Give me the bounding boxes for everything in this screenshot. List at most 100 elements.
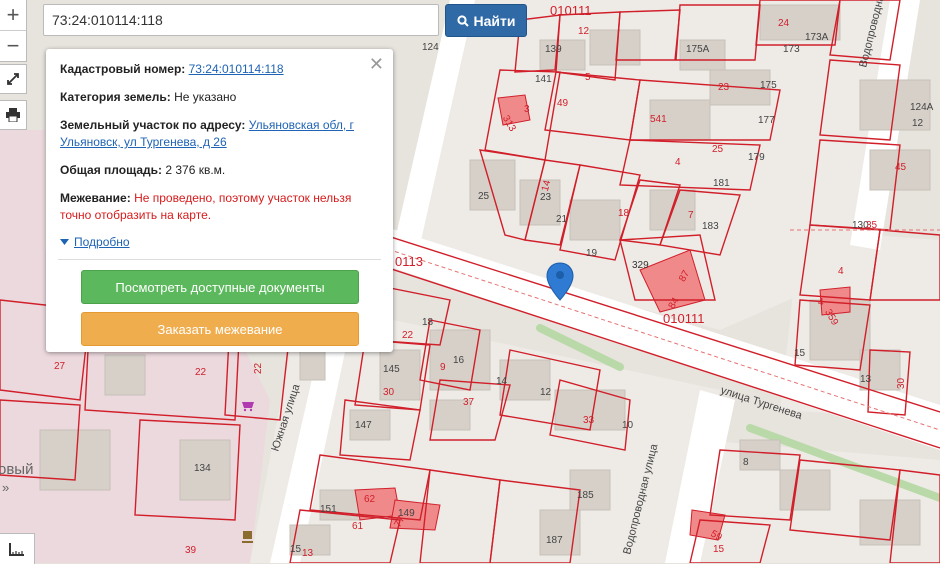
- parcel-number: 3: [524, 104, 530, 115]
- survey-label: Межевание:: [60, 191, 131, 205]
- parcel-number: 22: [195, 367, 207, 378]
- parcel-number: 141: [535, 74, 552, 85]
- parcel-number: 175А: [686, 44, 710, 55]
- address-line-2: Ульяновск, ул Тургенева, д 26: [60, 135, 227, 149]
- parcel-number: 173: [783, 44, 800, 55]
- cadastral-number-label: Кадастровый номер:: [60, 62, 186, 76]
- parcel-number: 124А: [910, 102, 934, 113]
- parcel-number: 7: [688, 210, 694, 221]
- expand-icon: [7, 73, 19, 85]
- parcel-number: 27: [54, 361, 66, 372]
- search-input[interactable]: [43, 4, 439, 36]
- find-button[interactable]: Найти: [445, 4, 527, 37]
- parcel-number: 23: [540, 192, 552, 203]
- parcel-number: 35: [866, 220, 878, 231]
- parcel-number: 187: [546, 535, 563, 546]
- parcel-number: 13: [860, 374, 872, 385]
- cadastral-number-link[interactable]: 73:24:010114:118: [189, 62, 284, 76]
- parcel-number: 4: [818, 297, 824, 308]
- parcel-number: 18: [422, 317, 434, 328]
- caret-down-icon: [60, 239, 69, 245]
- cadastral-number-row: Кадастровый номер: 73:24:010114:118: [60, 61, 379, 78]
- parcel-number: 30: [383, 387, 395, 398]
- parcel-number: 151: [320, 504, 337, 515]
- parcel-number: 25: [478, 191, 490, 202]
- parcel-number: 13: [302, 548, 314, 559]
- parcel-number: 62: [364, 494, 376, 505]
- survey-value-line-1: Не проведено, поэтому участок нельзя: [134, 191, 352, 205]
- parcel-number: 16: [453, 355, 465, 366]
- parcel-number: 19: [586, 248, 598, 259]
- parcel-number: 10: [622, 420, 634, 431]
- zoom-out-button[interactable]: −: [0, 30, 26, 61]
- parcel-number: 124: [422, 42, 439, 53]
- parcel-number: 9: [440, 362, 446, 373]
- parcel-number: 4: [675, 157, 681, 168]
- ruler-icon: [9, 543, 24, 556]
- print-button[interactable]: [0, 100, 27, 130]
- quarter-label: 010111: [663, 311, 704, 326]
- land-category-value: Не указано: [174, 90, 237, 104]
- ruler-button[interactable]: [0, 533, 35, 564]
- parcel-number: 49: [557, 98, 569, 109]
- parcel-number: 15: [713, 544, 725, 555]
- quarter-label: 010111: [550, 3, 591, 18]
- parcel-number: 175: [760, 80, 777, 91]
- fullscreen-button[interactable]: [0, 64, 27, 94]
- parcel-number: 541: [650, 114, 667, 125]
- details-link[interactable]: Подробно: [74, 235, 130, 249]
- area-label-fragment-quote: »: [2, 480, 9, 495]
- parcel-number: 24: [778, 18, 790, 29]
- parcel-number: 183: [702, 221, 719, 232]
- parcel-number: 147: [355, 420, 372, 431]
- quarter-label: 0113: [395, 254, 423, 269]
- parcel-number: 177: [758, 115, 775, 126]
- area-value: 2 376 кв.м.: [165, 163, 226, 177]
- location-marker-icon[interactable]: [545, 262, 575, 302]
- parcel-number: 25: [712, 144, 724, 155]
- parcel-number: 45: [895, 162, 907, 173]
- address-label: Земельный участок по адресу:: [60, 118, 246, 132]
- zoom-in-button[interactable]: +: [0, 0, 26, 30]
- parcel-number: 15: [290, 544, 302, 555]
- parcel-number: 14: [496, 376, 508, 387]
- parcel-number: 61: [352, 521, 364, 532]
- parcel-number: 139: [545, 44, 562, 55]
- parcel-number: 329: [632, 260, 649, 271]
- survey-row: Межевание: Не проведено, поэтому участок…: [60, 190, 379, 224]
- parcel-number: 30: [896, 377, 907, 389]
- area-label-fragment: овый: [0, 461, 33, 478]
- parcel-number: 8: [743, 457, 749, 468]
- parcel-number: 185: [577, 490, 594, 501]
- area-label: Общая площадь:: [60, 163, 163, 177]
- parcel-number: 181: [713, 178, 730, 189]
- divider: [58, 259, 381, 260]
- address-row: Земельный участок по адресу: Ульяновская…: [60, 117, 379, 151]
- parcel-number: 12: [540, 387, 552, 398]
- parcel-number: 23: [718, 82, 730, 93]
- order-survey-button[interactable]: Заказать межевание: [81, 312, 359, 346]
- parcel-number: 33: [583, 415, 595, 426]
- find-button-label: Найти: [473, 12, 516, 29]
- search-icon: [456, 14, 469, 27]
- parcel-number: 134: [194, 463, 211, 474]
- parcel-number: 15: [794, 348, 806, 359]
- cafe-icon: [242, 531, 253, 543]
- survey-value-line-2: точно отобразить на карте.: [60, 208, 212, 222]
- view-documents-button[interactable]: Посмотреть доступные документы: [81, 270, 359, 304]
- parcel-number: 12: [912, 118, 924, 129]
- parcel-number: 5: [585, 72, 591, 83]
- parcel-number: 22: [253, 362, 264, 374]
- parcel-number: 4: [838, 266, 844, 277]
- parcel-number: 179: [748, 152, 765, 163]
- address-line-1: Ульяновская обл, г: [248, 118, 354, 132]
- parcel-number: 39: [185, 545, 197, 556]
- parcel-info-popup: ✕ Кадастровый номер: 73:24:010114:118 Ка…: [46, 49, 393, 352]
- parcel-number: 22: [402, 330, 414, 341]
- details-toggle[interactable]: Подробно: [60, 235, 379, 249]
- close-icon[interactable]: ✕: [369, 54, 384, 75]
- land-category-label: Категория земель:: [60, 90, 171, 104]
- parcel-number: 21: [556, 214, 568, 225]
- area-row: Общая площадь: 2 376 кв.м.: [60, 162, 379, 179]
- parcel-number: 12: [578, 26, 590, 37]
